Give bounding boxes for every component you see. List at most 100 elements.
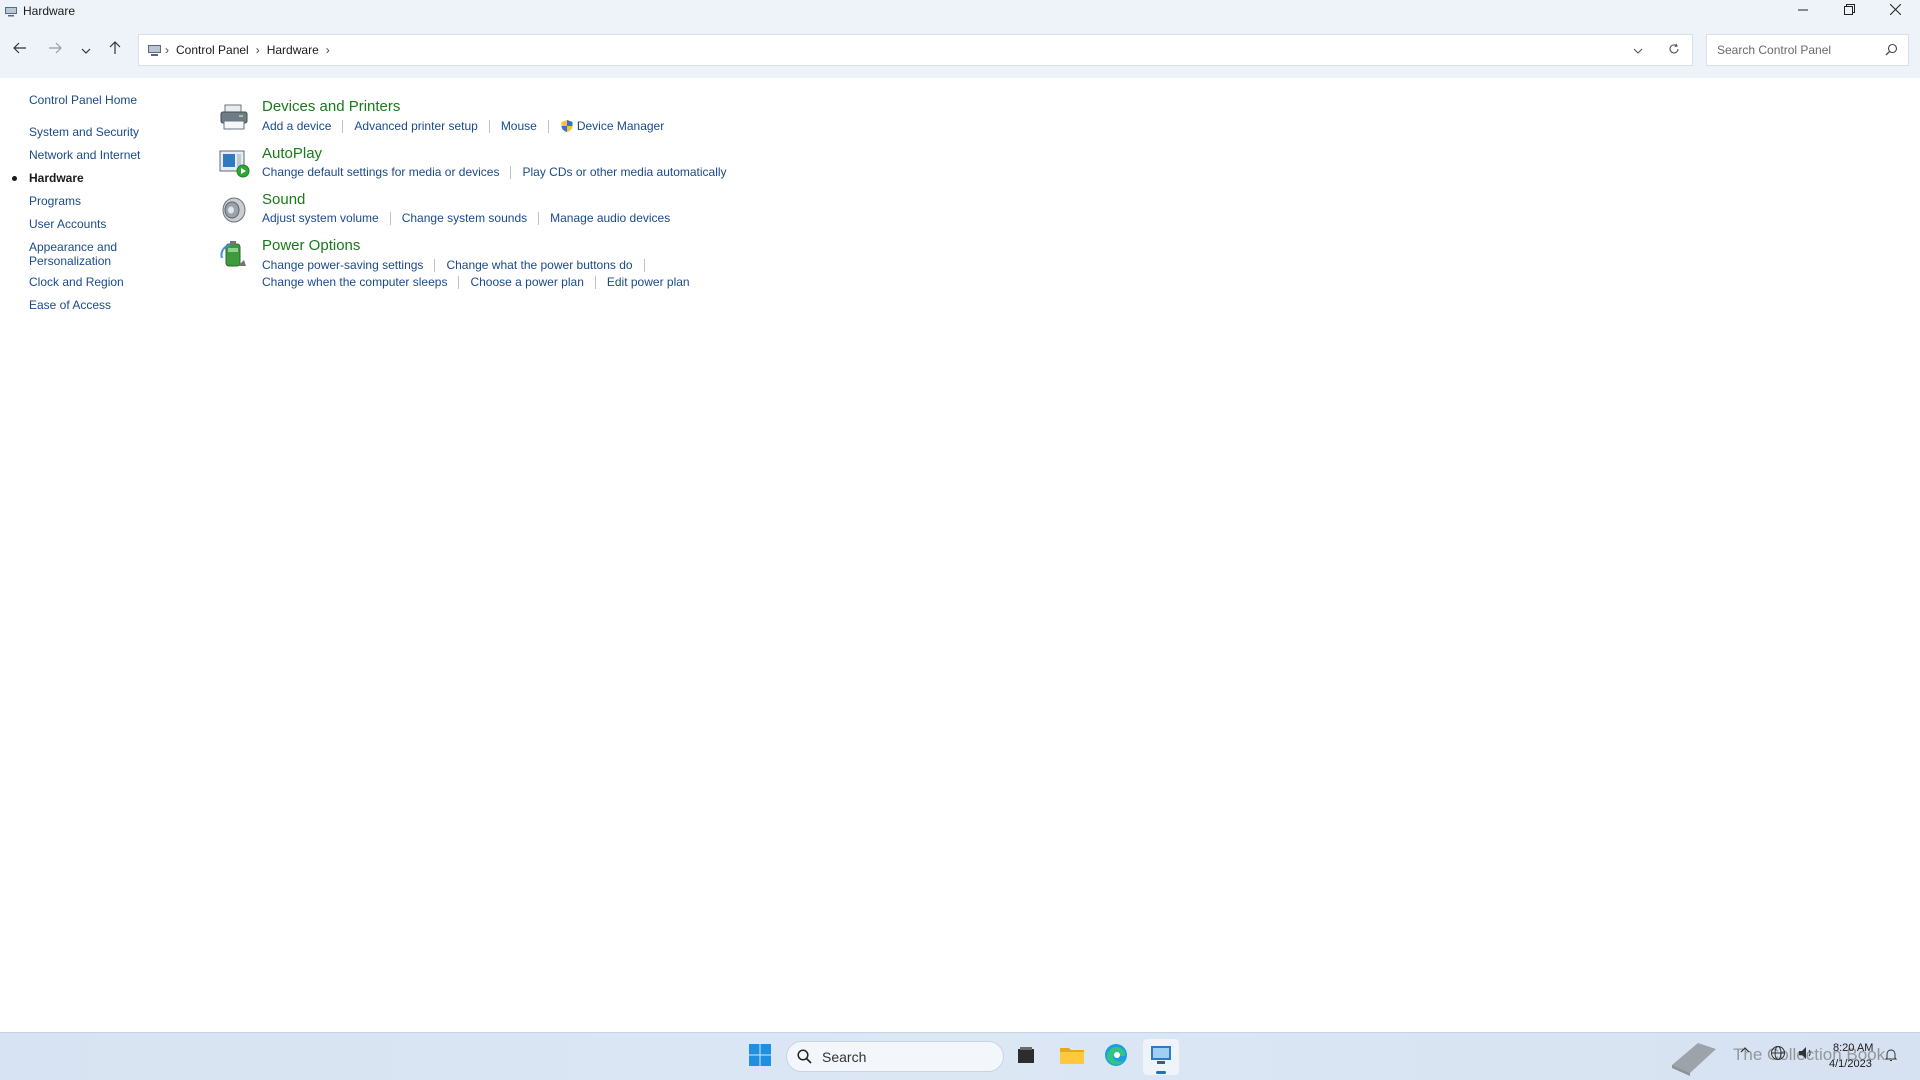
address-controls	[1620, 35, 1692, 65]
current-item-bullet	[12, 176, 17, 181]
minimize-button[interactable]	[1780, 0, 1826, 22]
task-divider	[594, 275, 596, 289]
task-divider	[342, 119, 344, 133]
search-icon[interactable]	[1885, 43, 1898, 56]
uac-shield-icon	[560, 119, 574, 133]
folder-icon	[1059, 1044, 1085, 1071]
control-panel-window: Hardware › Control Panel › Hardware › Se…	[0, 0, 1920, 1032]
play-cds-automatically-link[interactable]: Play CDs or other media automatically	[522, 165, 726, 179]
choose-a-power-plan-link[interactable]: Choose a power plan	[470, 275, 583, 289]
change-system-sounds-link[interactable]: Change system sounds	[402, 211, 527, 225]
nav-hardware[interactable]: Hardware	[29, 171, 159, 185]
refresh-icon	[1668, 43, 1680, 58]
forward-button[interactable]	[41, 36, 69, 64]
arrow-right-icon	[48, 41, 62, 59]
up-button[interactable]	[101, 36, 129, 64]
minimize-icon	[1798, 2, 1808, 20]
search-box[interactable]	[1706, 34, 1909, 66]
nav-programs[interactable]: Programs	[29, 194, 159, 208]
taskbar: Search The Collection Book 8:20 AM 4/1/2…	[0, 1032, 1920, 1080]
change-power-saving-settings-link[interactable]: Change power-saving settings	[262, 258, 423, 272]
edit-power-plan-link[interactable]: Edit power plan	[607, 275, 690, 289]
window-title: Hardware	[23, 4, 76, 18]
speaker-tray-icon[interactable]	[1798, 1046, 1814, 1060]
task-divider	[643, 258, 645, 272]
printer-icon[interactable]	[217, 100, 251, 134]
power-options-tasks-row-2: Change when the computer sleeps Choose a…	[262, 275, 690, 289]
add-a-device-link[interactable]: Add a device	[262, 119, 331, 133]
nav-clock-and-region[interactable]: Clock and Region	[29, 275, 159, 289]
task-divider	[510, 165, 512, 179]
change-default-settings-link[interactable]: Change default settings for media or dev…	[262, 165, 499, 179]
nav-user-accounts[interactable]: User Accounts	[29, 217, 159, 231]
control-panel-taskbar-button[interactable]	[1143, 1039, 1179, 1075]
close-button[interactable]	[1872, 0, 1918, 22]
active-app-indicator	[1156, 1071, 1166, 1074]
book-icon	[1668, 1037, 1720, 1077]
task-divider	[538, 211, 540, 225]
search-input[interactable]	[1715, 42, 1879, 58]
title-bar: Hardware	[0, 0, 1920, 22]
nav-system-and-security[interactable]: System and Security	[29, 125, 159, 139]
autoplay-link[interactable]: AutoPlay	[262, 145, 322, 162]
control-panel-icon	[147, 43, 163, 57]
breadcrumb-control-panel[interactable]: Control Panel	[176, 43, 249, 57]
edge-browser-button[interactable]	[1098, 1039, 1134, 1075]
breadcrumb-separator-icon[interactable]: ›	[326, 43, 330, 57]
restore-button[interactable]	[1826, 0, 1872, 22]
change-when-computer-sleeps-link[interactable]: Change when the computer sleeps	[262, 275, 447, 289]
clock-date[interactable]: 4/1/2023	[1829, 1058, 1872, 1070]
restore-icon	[1843, 2, 1855, 20]
taskbar-search-label: Search	[822, 1048, 867, 1065]
globe-icon[interactable]	[1770, 1045, 1786, 1061]
mouse-link[interactable]: Mouse	[501, 119, 537, 133]
task-view-icon	[1015, 1044, 1037, 1071]
speaker-icon[interactable]	[217, 193, 251, 227]
file-explorer-button[interactable]	[1054, 1039, 1090, 1075]
taskbar-search[interactable]: Search	[786, 1041, 1004, 1072]
sound-tasks: Adjust system volume Change system sound…	[262, 211, 670, 225]
address-bar[interactable]: › Control Panel › Hardware ›	[138, 34, 1693, 66]
notification-bell-icon[interactable]	[1884, 1048, 1898, 1062]
device-manager-link[interactable]: Device Manager	[577, 119, 664, 133]
breadcrumb-separator-icon[interactable]: ›	[256, 43, 260, 57]
task-divider	[389, 211, 391, 225]
nav-network-and-internet[interactable]: Network and Internet	[29, 148, 159, 162]
devices-and-printers-tasks: Add a device Advanced printer setup Mous…	[262, 119, 664, 133]
nav-appearance-and-personalization[interactable]: Appearance and Personalization	[29, 240, 129, 268]
arrow-up-icon	[109, 40, 121, 60]
power-options-tasks-row-1: Change power-saving settings Change what…	[262, 258, 656, 272]
chevron-up-icon[interactable]	[1740, 1046, 1750, 1054]
manage-audio-devices-link[interactable]: Manage audio devices	[550, 211, 670, 225]
devices-and-printers-link[interactable]: Devices and Printers	[262, 98, 400, 115]
battery-icon[interactable]	[217, 237, 251, 271]
nav-ease-of-access[interactable]: Ease of Access	[29, 298, 159, 312]
task-view-button[interactable]	[1008, 1039, 1044, 1075]
sound-link[interactable]: Sound	[262, 191, 305, 208]
edge-icon	[1103, 1042, 1129, 1073]
arrow-left-icon	[13, 41, 27, 59]
start-button[interactable]	[742, 1039, 778, 1075]
autoplay-icon[interactable]	[217, 146, 251, 180]
navigation-bar: › Control Panel › Hardware ›	[0, 22, 1920, 78]
control-panel-home-link[interactable]: Control Panel Home	[29, 93, 159, 107]
breadcrumb-separator-icon: ›	[165, 43, 169, 57]
clock-time[interactable]: 8:20 AM	[1833, 1042, 1873, 1054]
control-panel-icon	[1149, 1044, 1173, 1071]
back-button[interactable]	[6, 36, 34, 64]
task-divider	[458, 275, 460, 289]
refresh-button[interactable]	[1656, 43, 1692, 58]
advanced-printer-setup-link[interactable]: Advanced printer setup	[354, 119, 477, 133]
breadcrumb-hardware[interactable]: Hardware	[267, 43, 319, 57]
address-history-button[interactable]	[1620, 43, 1656, 57]
chevron-down-icon	[81, 41, 91, 59]
chevron-down-icon	[1633, 43, 1643, 57]
adjust-system-volume-link[interactable]: Adjust system volume	[262, 211, 379, 225]
control-panel-app-icon	[3, 3, 19, 19]
change-power-buttons-link[interactable]: Change what the power buttons do	[446, 258, 632, 272]
task-divider	[434, 258, 436, 272]
recent-locations-button[interactable]	[72, 36, 100, 64]
windows-logo-icon	[748, 1043, 772, 1072]
autoplay-tasks: Change default settings for media or dev…	[262, 165, 727, 179]
power-options-link[interactable]: Power Options	[262, 237, 360, 254]
